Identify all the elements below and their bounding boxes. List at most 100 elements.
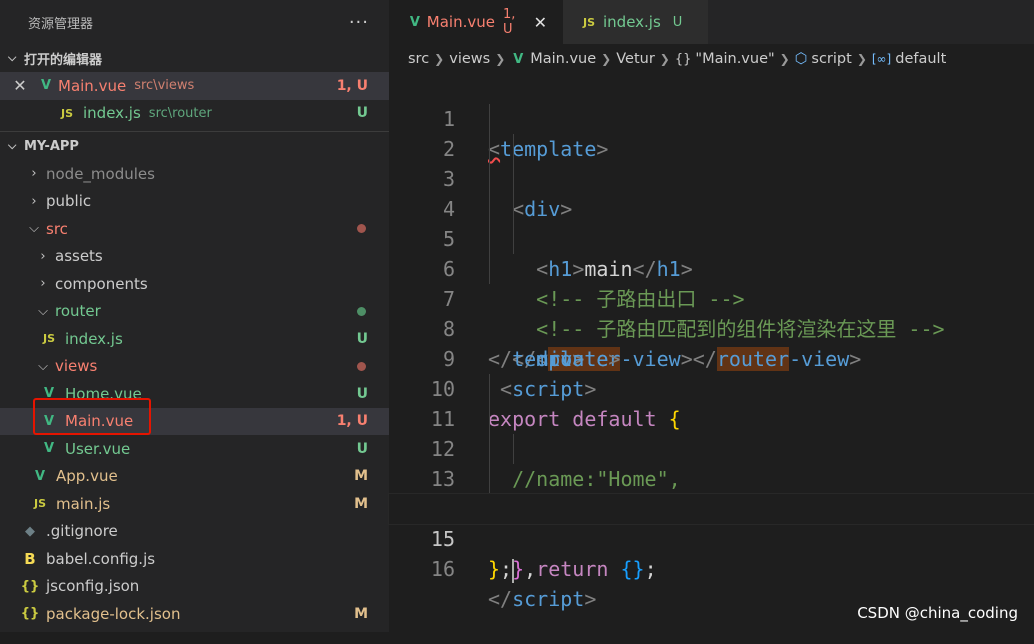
tab-label: index.js	[603, 13, 661, 31]
tree-item-app-vue[interactable]: V App.vue M	[0, 463, 389, 491]
braces-icon: {}	[674, 51, 692, 67]
chevron-down-icon: ⌵	[8, 51, 17, 64]
tree-item-jsconfig[interactable]: {} jsconfig.json	[0, 573, 389, 601]
status-badge: U	[356, 440, 368, 457]
open-editor-path: src\views	[134, 78, 195, 94]
tree-item-gitignore[interactable]: ◆ .gitignore	[0, 518, 389, 546]
breadcrumb-item[interactable]: views	[449, 51, 490, 67]
indent-guide	[489, 134, 490, 164]
breadcrumb-item[interactable]: "Main.vue"	[695, 51, 774, 67]
breadcrumb-item[interactable]: src	[408, 51, 429, 67]
tree-item-components[interactable]: › components	[0, 270, 389, 298]
code-line: 14 },	[389, 464, 1034, 581]
js-file-icon: JS	[582, 15, 595, 29]
indent-guide	[489, 464, 490, 494]
open-editors-section[interactable]: ⌵ 打开的编辑器	[0, 44, 389, 72]
keyword: return	[536, 557, 609, 581]
tree-item-label: package-lock.json	[46, 604, 181, 623]
indent-guide	[513, 434, 514, 464]
code-line: 10 export default {	[389, 344, 1034, 431]
tree-item-assets[interactable]: › assets	[0, 243, 389, 271]
tree-item-label: jsconfig.json	[46, 577, 140, 596]
tree-item-public[interactable]: › public	[0, 188, 389, 216]
chevron-right-icon: ❯	[495, 52, 506, 66]
indent-guide	[489, 164, 490, 194]
chevron-right-icon: ❯	[434, 52, 445, 66]
tree-item-main-js[interactable]: JS main.js M	[0, 490, 389, 518]
tree-item-home-vue[interactable]: V Home.vue U	[0, 380, 389, 408]
js-file-icon: JS	[33, 497, 46, 511]
project-section[interactable]: ⌵ MY-APP	[0, 132, 389, 160]
tree-item-label: assets	[55, 247, 103, 266]
tree-item-label: src	[46, 219, 68, 238]
chevron-right-icon: ›	[31, 193, 37, 209]
open-editor-label: Main.vue	[58, 76, 127, 95]
indent-guide	[513, 164, 514, 194]
tree-item-label: router	[55, 302, 101, 321]
tree-item-label: Main.vue	[65, 412, 134, 431]
chevron-right-icon: ❯	[779, 52, 790, 66]
tree-item-label: node_modules	[46, 164, 155, 183]
tree-item-label: .gitignore	[46, 522, 118, 541]
tag-name: script	[512, 587, 585, 611]
project-title: MY-APP	[24, 138, 79, 154]
status-badge: M	[354, 605, 368, 622]
open-editor-label: index.js	[83, 104, 141, 123]
tree-item-label: views	[55, 357, 98, 376]
tree-item-babel-config[interactable]: B babel.config.js	[0, 545, 389, 573]
indent-guide	[489, 104, 490, 134]
tree-item-user-vue[interactable]: V User.vue U	[0, 435, 389, 463]
breadcrumb: src ❯ views ❯ V Main.vue ❯ Vetur ❯ {} "M…	[389, 44, 1034, 74]
more-actions-icon[interactable]: ···	[349, 12, 369, 33]
code-editor[interactable]: 1 <template> 2 <div> 3 <h1>main</h1> 4 <…	[388, 74, 1034, 611]
breadcrumb-item[interactable]: default	[895, 51, 946, 67]
watermark: CSDN @china_coding	[857, 604, 1018, 622]
close-icon[interactable]: ✕	[534, 13, 547, 32]
tree-item-package-lock[interactable]: {} package-lock.json M	[0, 600, 389, 628]
status-badge: U	[356, 105, 368, 122]
tab-bar: V Main.vue 1, U ✕ JS index.js U	[389, 0, 1034, 44]
status-badge: M	[354, 468, 368, 485]
status-badge: U	[356, 385, 368, 402]
tab-status: 1, U	[503, 7, 516, 37]
tree-item-views[interactable]: ⌵ views	[0, 353, 389, 381]
breadcrumb-item[interactable]: Vetur	[616, 51, 655, 67]
code-line: 8 </template>	[389, 284, 1034, 371]
tree-item-label: components	[55, 274, 148, 293]
tree-item-label: Home.vue	[65, 384, 142, 403]
chevron-down-icon: ⌵	[8, 139, 17, 152]
tab-main-vue[interactable]: V Main.vue 1, U ✕	[389, 0, 563, 44]
text-cursor	[512, 558, 515, 583]
tab-label: Main.vue	[426, 13, 495, 31]
indent-guide	[489, 434, 490, 464]
vue-file-icon: V	[409, 14, 420, 30]
close-icon[interactable]: ✕	[10, 76, 30, 95]
indent-guide	[513, 134, 514, 164]
tree-item-label: User.vue	[65, 439, 131, 458]
variable-icon: [∞]	[871, 52, 892, 66]
indent-guide	[489, 254, 490, 284]
untracked-dot	[357, 306, 366, 316]
vue-file-icon: V	[43, 386, 55, 402]
indent-guide	[489, 224, 490, 254]
tree-item-src[interactable]: ⌵ src	[0, 215, 389, 243]
breadcrumb-item[interactable]: Main.vue	[530, 51, 596, 67]
open-editors-title: 打开的编辑器	[24, 52, 103, 68]
tree-item-label: App.vue	[56, 467, 118, 486]
tree-item-router[interactable]: ⌵ router	[0, 298, 389, 326]
status-badge: U	[356, 330, 368, 347]
tree-item-main-vue[interactable]: V Main.vue 1, U	[0, 407, 389, 435]
code-line: 5 <!-- 子路由匹配到的组件将渲染在这里 -->	[389, 194, 1034, 341]
tree-item-label: main.js	[56, 494, 111, 513]
breadcrumb-item[interactable]: script	[811, 51, 851, 67]
tab-index-js[interactable]: JS index.js U	[563, 0, 708, 44]
chevron-right-icon: ❯	[601, 52, 612, 66]
vue-file-icon: V	[43, 413, 55, 429]
open-editor-item-main-vue[interactable]: ✕ V Main.vue src\views 1, U	[0, 72, 389, 100]
tree-item-router-index-js[interactable]: JS index.js U	[0, 325, 389, 353]
tree-item-node-modules[interactable]: › node_modules	[0, 160, 389, 188]
status-badge: M	[354, 495, 368, 512]
indent-guide	[489, 374, 490, 404]
open-editor-item-index-js[interactable]: JS index.js src\router U	[0, 100, 389, 128]
babel-icon: B	[24, 549, 36, 568]
